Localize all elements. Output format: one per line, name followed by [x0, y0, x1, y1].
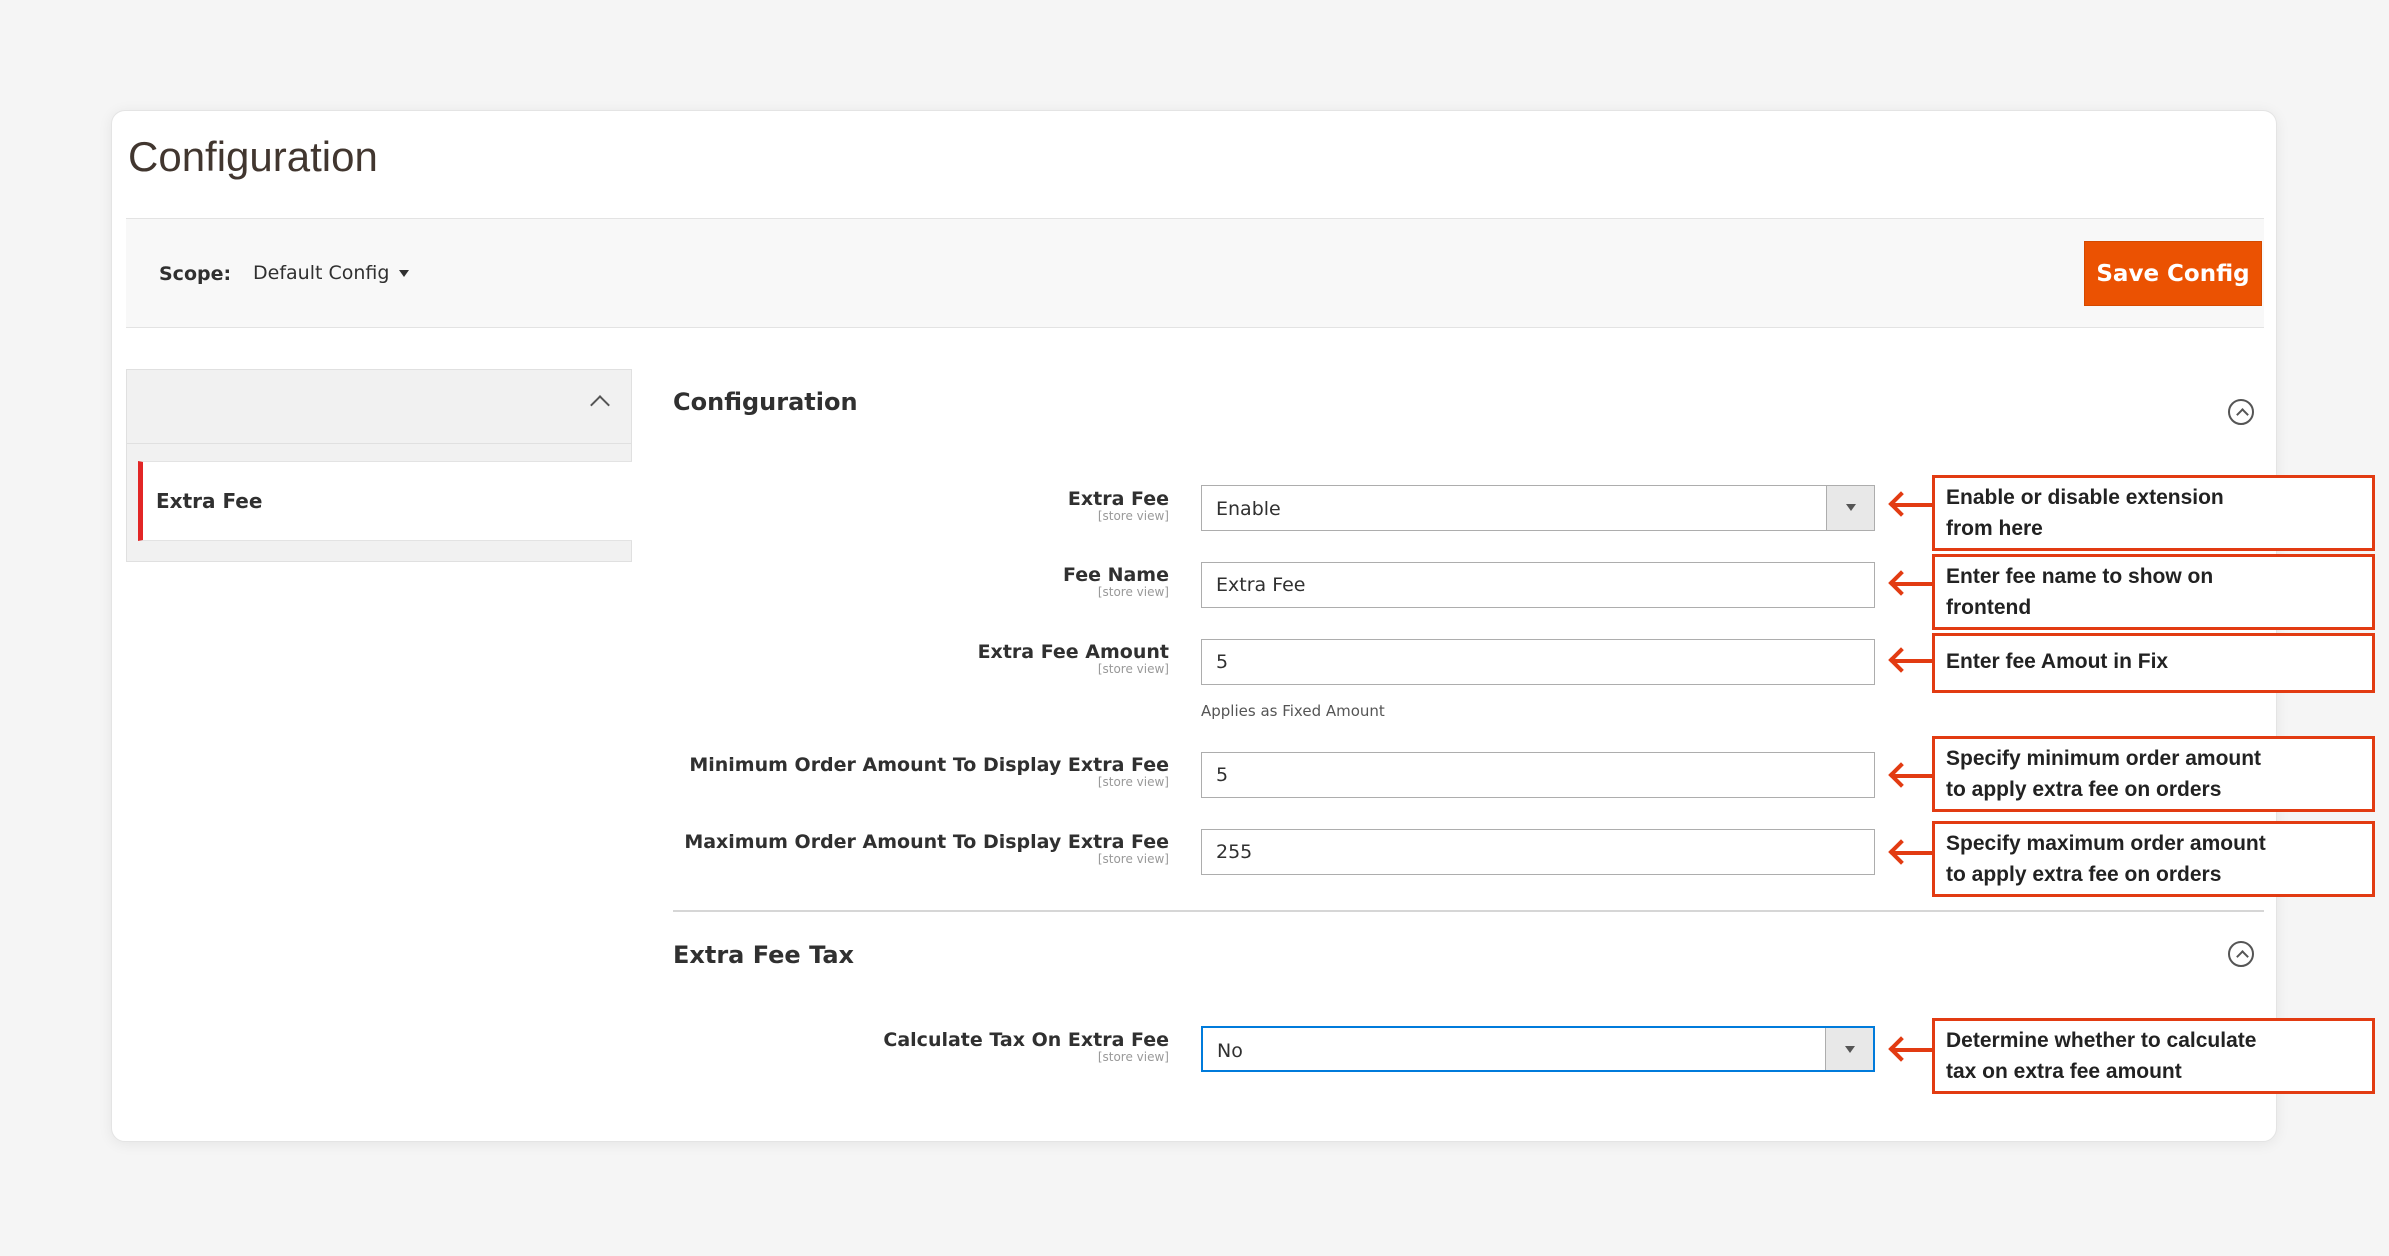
- max-order-scope: [store view]: [1097, 852, 1169, 866]
- annotation-fee-name: Enter fee name to show on frontend: [1932, 554, 2375, 630]
- section-title-configuration[interactable]: Configuration: [673, 388, 858, 416]
- section-divider: [673, 910, 2264, 912]
- max-order-input[interactable]: [1201, 829, 1875, 875]
- fee-amount-scope: [store view]: [1097, 662, 1169, 676]
- max-order-label: Maximum Order Amount To Display Extra Fe…: [684, 831, 1169, 853]
- extra-fee-value: Enable: [1216, 498, 1281, 520]
- save-config-button[interactable]: Save Config: [2084, 241, 2262, 306]
- sidebar-group-header[interactable]: [127, 370, 631, 444]
- fee-name-input[interactable]: [1201, 562, 1875, 608]
- sidebar-item-label: Extra Fee: [156, 489, 263, 513]
- sidebar-item-extra-fee[interactable]: Extra Fee: [138, 461, 632, 541]
- config-sidebar: Extra Fee: [126, 369, 632, 562]
- calc-tax-label: Calculate Tax On Extra Fee: [883, 1029, 1169, 1051]
- annotation-max-order: Specify maximum order amount to apply ex…: [1932, 821, 2375, 897]
- page-title: Configuration: [128, 133, 378, 180]
- annotation-extra-fee: Enable or disable extension from here: [1932, 475, 2375, 551]
- scope-label: Scope:: [159, 263, 232, 285]
- scope-switcher[interactable]: Default Config: [253, 262, 410, 284]
- collapse-icon[interactable]: [2228, 399, 2254, 425]
- section-title-extra-fee-tax[interactable]: Extra Fee Tax: [673, 941, 854, 969]
- extra-fee-label: Extra Fee: [1067, 488, 1169, 510]
- chevron-down-icon: [1826, 486, 1874, 530]
- annotation-calc-tax: Determine whether to calculate tax on ex…: [1932, 1018, 2375, 1094]
- extra-fee-scope: [store view]: [1097, 509, 1169, 523]
- extra-fee-select[interactable]: Enable: [1201, 485, 1875, 531]
- collapse-icon[interactable]: [2228, 941, 2254, 967]
- caret-down-icon: [399, 269, 410, 277]
- min-order-scope: [store view]: [1097, 775, 1169, 789]
- calc-tax-scope: [store view]: [1097, 1050, 1169, 1064]
- fee-name-label: Fee Name: [1062, 564, 1169, 586]
- chevron-up-icon: [590, 395, 610, 415]
- annotation-min-order: Specify minimum order amount to apply ex…: [1932, 736, 2375, 812]
- scope-value: Default Config: [253, 262, 390, 284]
- configuration-card: Configuration Scope: Default Config Save…: [111, 110, 2375, 1142]
- fee-name-scope: [store view]: [1097, 585, 1169, 599]
- calc-tax-select[interactable]: No: [1201, 1026, 1875, 1072]
- min-order-label: Minimum Order Amount To Display Extra Fe…: [689, 754, 1169, 776]
- annotation-fee-amount: Enter fee Amout in Fix: [1932, 633, 2375, 693]
- fee-amount-input[interactable]: [1201, 639, 1875, 685]
- scope-bar: Scope: Default Config Save Config: [126, 218, 2264, 328]
- min-order-input[interactable]: [1201, 752, 1875, 798]
- fee-amount-label: Extra Fee Amount: [977, 641, 1169, 663]
- fee-amount-note: Applies as Fixed Amount: [1201, 702, 1385, 720]
- calc-tax-value: No: [1217, 1040, 1243, 1062]
- chevron-down-icon: [1825, 1028, 1873, 1070]
